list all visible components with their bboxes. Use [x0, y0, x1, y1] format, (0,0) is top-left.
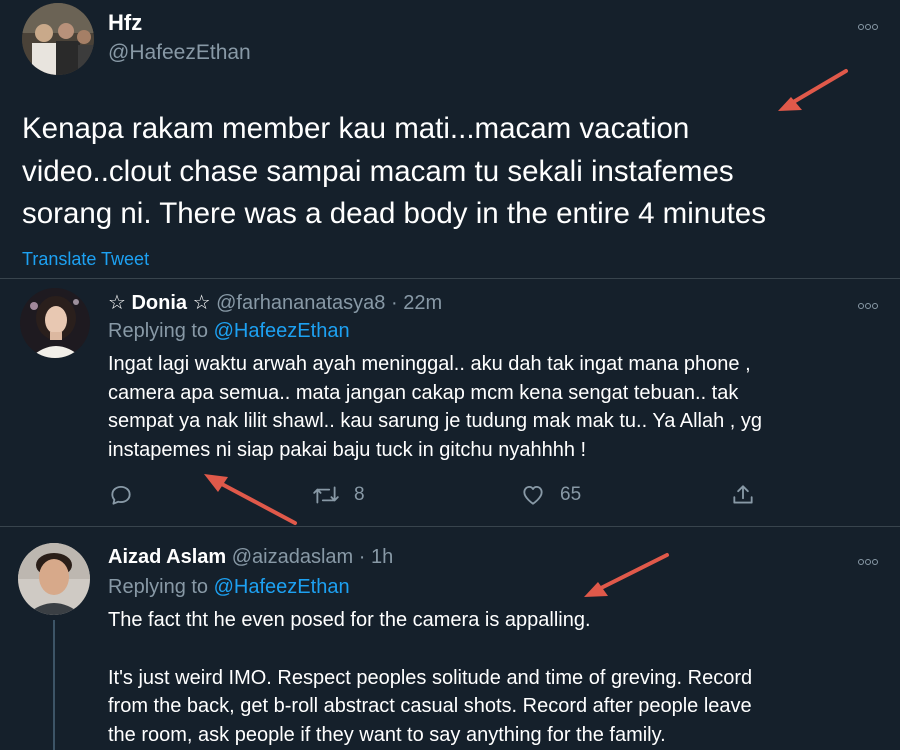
- red-arrow: [204, 474, 297, 525]
- red-arrow: [584, 553, 669, 597]
- red-arrow: [778, 69, 848, 111]
- annotation-arrows: [204, 69, 848, 597]
